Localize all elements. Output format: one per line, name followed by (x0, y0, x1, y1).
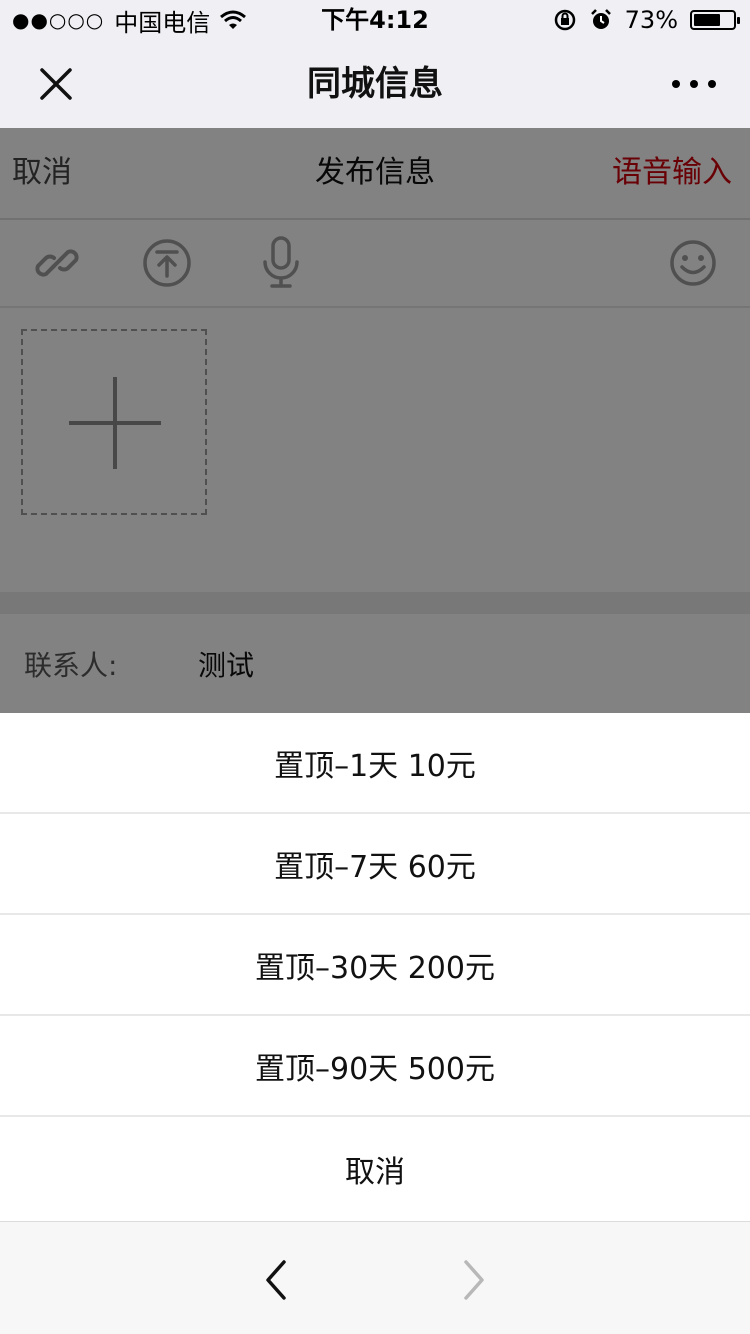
page-title: 同城信息 (307, 64, 443, 104)
modal-overlay[interactable] (0, 128, 750, 713)
sheet-option-30-days[interactable]: 置顶–30天 200元 (0, 915, 750, 1016)
back-button[interactable] (258, 1258, 294, 1302)
chevron-right-icon (464, 1260, 484, 1300)
sheet-option-90-days[interactable]: 置顶–90天 500元 (0, 1016, 750, 1117)
nav-bar: 同城信息 (0, 40, 750, 128)
forward-button[interactable] (456, 1258, 492, 1302)
browser-toolbar (0, 1221, 750, 1334)
battery-level (694, 14, 720, 26)
sheet-option-7-days[interactable]: 置顶–7天 60元 (0, 814, 750, 915)
battery-icon (690, 10, 740, 30)
more-button[interactable] (672, 76, 716, 92)
close-button[interactable] (30, 58, 82, 110)
battery-percent: 73% (624, 6, 678, 34)
sheet-option-1-day[interactable]: 置顶–1天 10元 (0, 713, 750, 814)
sheet-cancel-button[interactable]: 取消 (0, 1117, 750, 1221)
close-icon (40, 68, 72, 100)
more-icon (672, 80, 680, 88)
status-right: 73% (553, 4, 740, 36)
chevron-left-icon (266, 1260, 286, 1300)
status-bar: ●●○○○ 中国电信 下午4:12 73% (0, 0, 750, 40)
rotation-lock-icon (554, 9, 575, 31)
more-icon-dot (690, 80, 698, 88)
alarm-icon (590, 9, 611, 29)
more-icon-dot (708, 80, 716, 88)
action-sheet: 置顶–1天 10元 置顶–7天 60元 置顶–30天 200元 置顶–90天 5… (0, 713, 750, 1221)
screen: ●●○○○ 中国电信 下午4:12 73% 同城信息 取消 发布信息 语音输入 … (0, 0, 750, 1334)
